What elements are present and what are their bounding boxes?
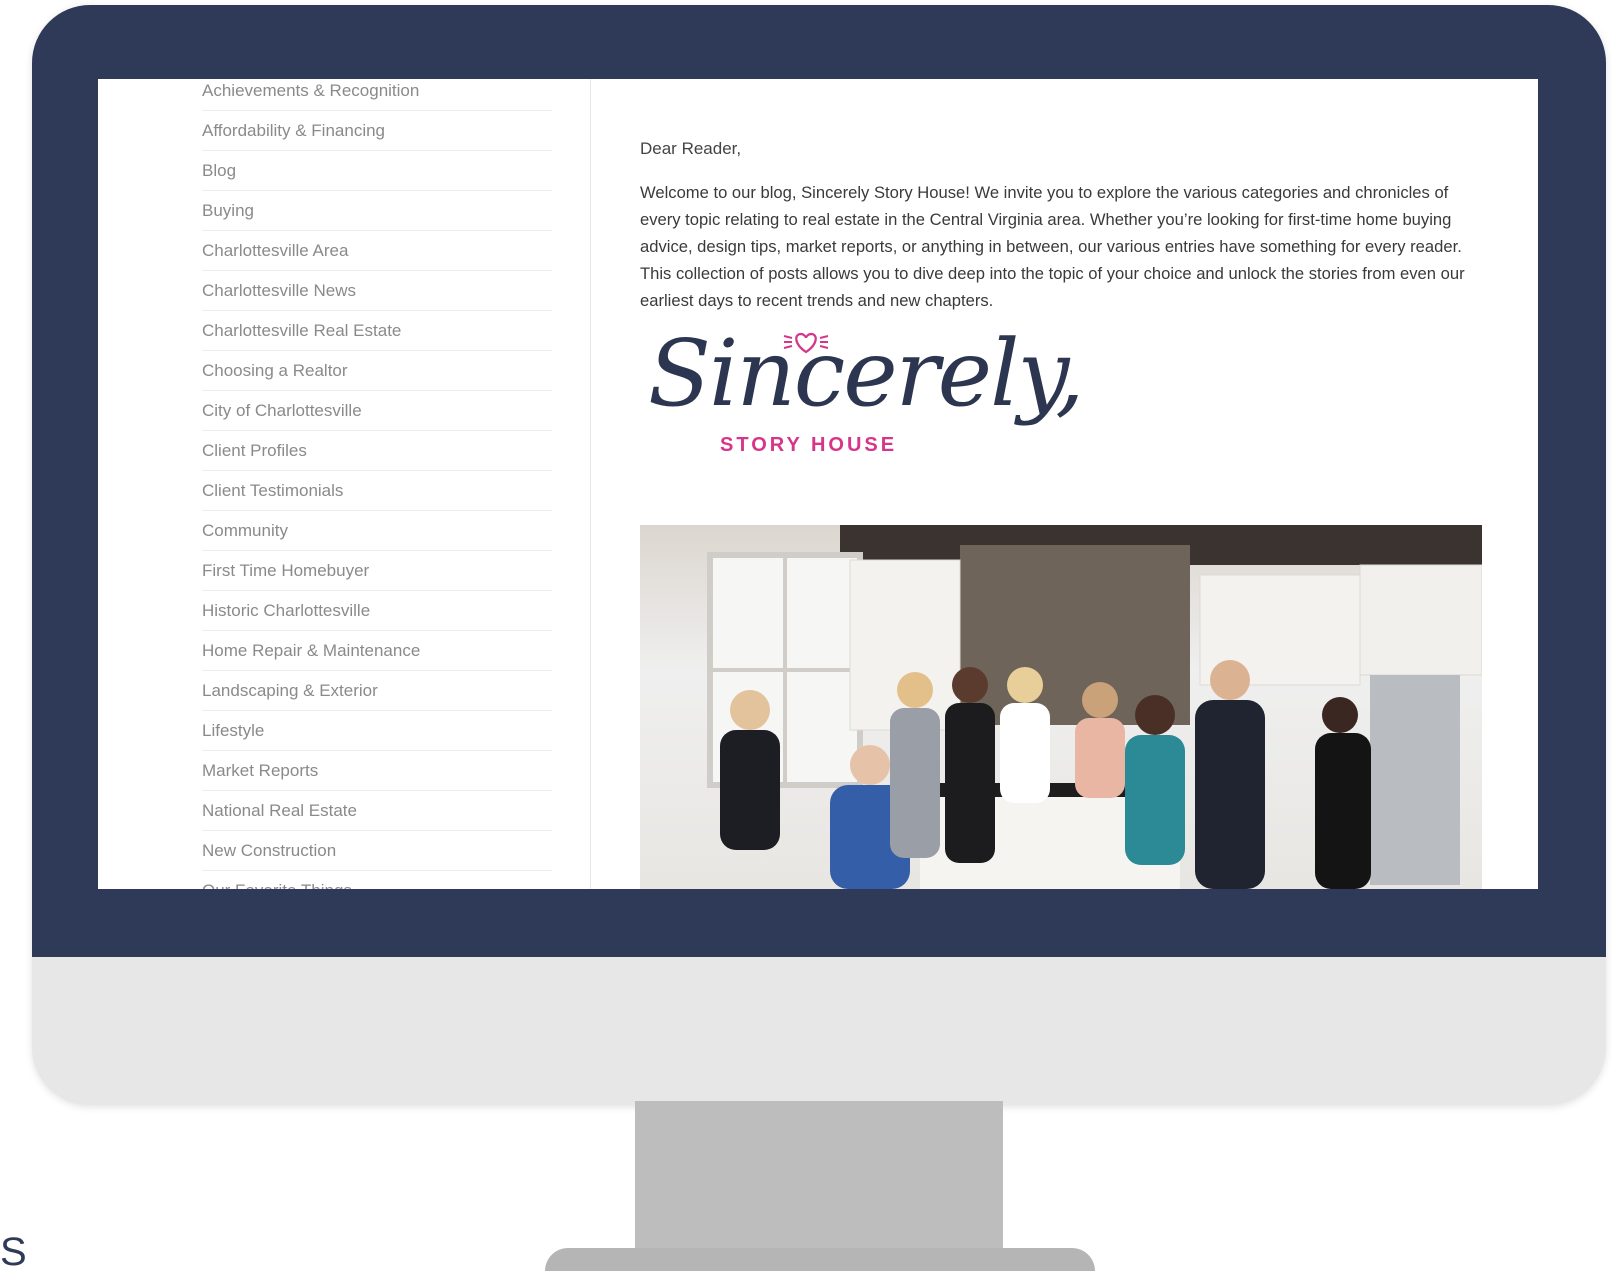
category-link[interactable]: Blog: [202, 151, 552, 191]
category-sidebar: Achievements & Recognition Affordability …: [98, 79, 591, 889]
category-link[interactable]: City of Charlottesville: [202, 391, 552, 431]
category-link[interactable]: Our Favorite Things: [202, 871, 552, 889]
stray-text: S: [0, 1230, 27, 1274]
category-link[interactable]: Achievements & Recognition: [202, 79, 552, 111]
category-link[interactable]: Charlottesville Area: [202, 231, 552, 271]
category-link[interactable]: Lifestyle: [202, 711, 552, 751]
category-link[interactable]: New Construction: [202, 831, 552, 871]
sincerely-logo: Sincerely, STORY HOUSE: [640, 314, 1085, 504]
greeting: Dear Reader,: [640, 139, 742, 158]
signature-script: Sincerely,: [648, 320, 1085, 427]
category-link[interactable]: Charlottesville Real Estate: [202, 311, 552, 351]
category-link[interactable]: Market Reports: [202, 751, 552, 791]
category-link[interactable]: Client Profiles: [202, 431, 552, 471]
category-list: Achievements & Recognition Affordability …: [202, 79, 552, 889]
monitor-stand-foot: [545, 1248, 1095, 1271]
intro-paragraph: Welcome to our blog, Sincerely Story Hou…: [640, 183, 1465, 310]
category-link[interactable]: Buying: [202, 191, 552, 231]
category-link[interactable]: Home Repair & Maintenance: [202, 631, 552, 671]
category-link[interactable]: First Time Homebuyer: [202, 551, 552, 591]
blog-intro: Dear Reader, Welcome to our blog, Sincer…: [640, 79, 1500, 889]
category-link[interactable]: Landscaping & Exterior: [202, 671, 552, 711]
category-link[interactable]: Affordability & Financing: [202, 111, 552, 151]
category-link[interactable]: Choosing a Realtor: [202, 351, 552, 391]
category-link[interactable]: Charlottesville News: [202, 271, 552, 311]
monitor-stand: [635, 1101, 1003, 1261]
category-link[interactable]: Client Testimonials: [202, 471, 552, 511]
signature-subtitle: STORY HOUSE: [720, 434, 898, 456]
team-photo-illustration: [707, 525, 1482, 889]
screen: Achievements & Recognition Affordability …: [98, 79, 1538, 889]
category-link[interactable]: National Real Estate: [202, 791, 552, 831]
heart-icon: [783, 332, 829, 354]
category-link[interactable]: Historic Charlottesville: [202, 591, 552, 631]
category-link[interactable]: Community: [202, 511, 552, 551]
team-photo: [640, 525, 1482, 889]
monitor-chin: [32, 957, 1606, 1105]
